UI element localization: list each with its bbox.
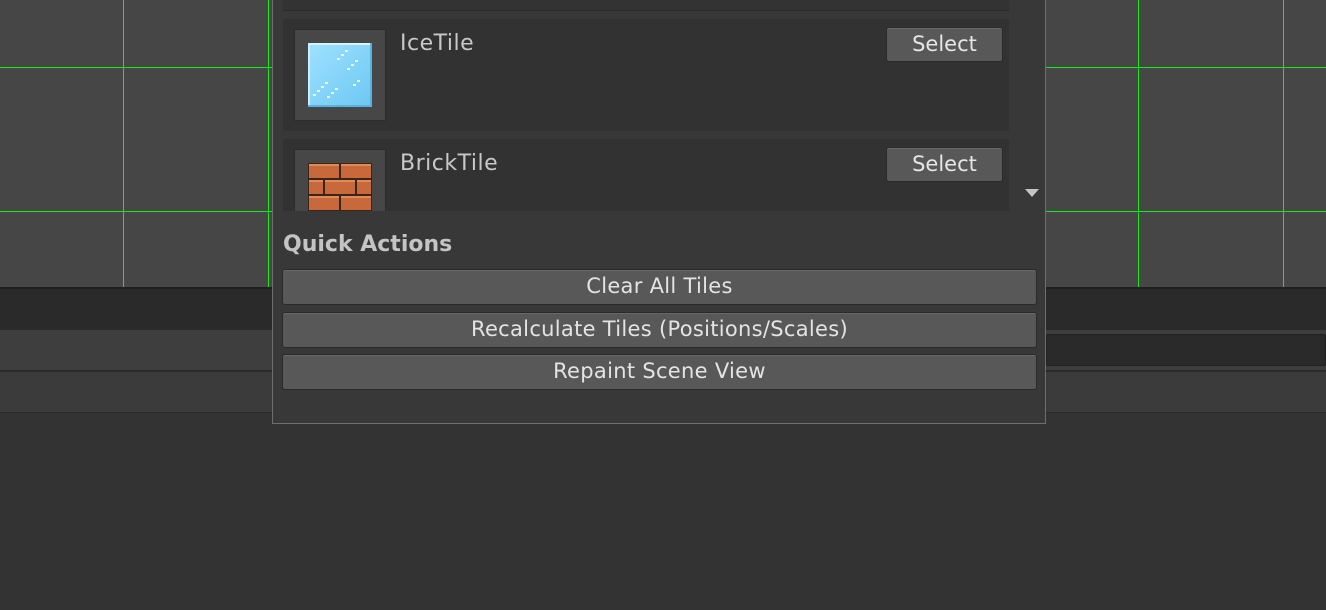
tile-list-item: IceTile Select [283,19,1009,131]
tile-list-item: BrickTile Select [283,139,1009,211]
select-tile-button[interactable]: Select [886,27,1003,62]
tile-preview [294,29,386,121]
quick-actions-title: Quick Actions [283,232,453,257]
editor-window: IceTile Select BrickTile Select Quick Ac… [0,0,1326,610]
tile-list[interactable]: IceTile Select BrickTile Select [273,0,1045,211]
tile-name: IceTile [400,31,475,56]
recalculate-tiles-button[interactable]: Recalculate Tiles (Positions/Scales) [282,312,1037,348]
tile-name: BrickTile [400,151,499,176]
clear-all-tiles-button[interactable]: Clear All Tiles [282,269,1037,305]
inspector-field[interactable] [1046,334,1326,366]
select-tile-button[interactable]: Select [886,147,1003,182]
brick-tile-icon [308,163,372,211]
tile-preview [294,149,386,211]
list-item-partial [283,0,1009,11]
list-scrollbar[interactable] [1017,0,1045,211]
ice-tile-icon [308,43,372,107]
repaint-scene-view-button[interactable]: Repaint Scene View [282,354,1037,390]
scroll-down-arrow-icon[interactable] [1025,189,1039,197]
tile-palette-popup: IceTile Select BrickTile Select Quick Ac… [272,0,1046,424]
